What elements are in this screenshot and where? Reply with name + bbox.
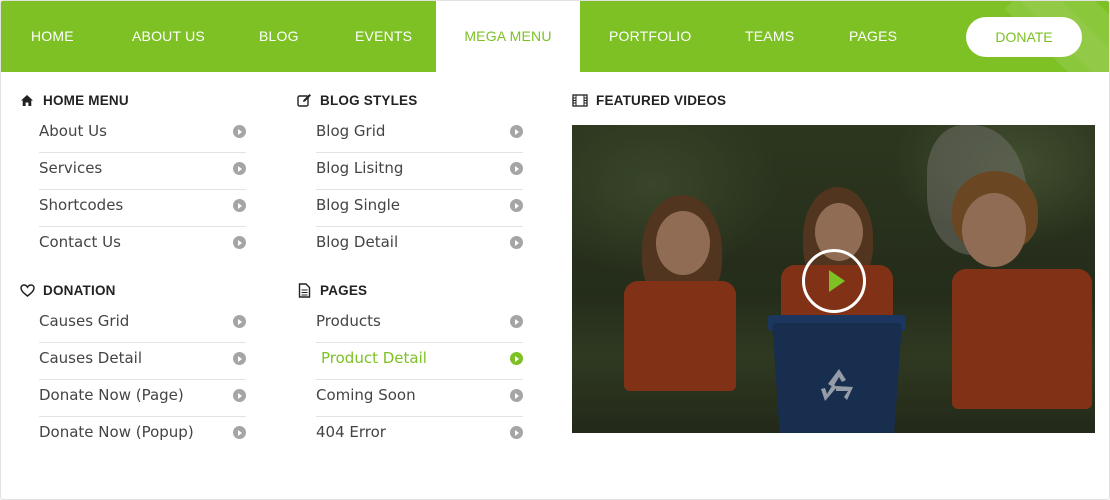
nav-item-portfolio[interactable]: PORTFOLIO	[609, 1, 691, 72]
blog-styles-list: Blog Grid Blog Lisitng Blog Single Blog …	[316, 116, 523, 264]
menu-item-causes-detail[interactable]: Causes Detail	[39, 343, 246, 380]
pages-title: PAGES	[320, 282, 368, 298]
menu-item-label: Donate Now (Page)	[39, 386, 184, 404]
menu-item-label: Blog Single	[316, 196, 401, 214]
pages-list: Products Product Detail Coming Soon 404 …	[316, 306, 523, 454]
menu-item-label: Causes Grid	[39, 312, 130, 330]
menu-item-products[interactable]: Products	[316, 306, 523, 343]
chevron-right-icon	[510, 125, 523, 138]
menu-item-label: Causes Detail	[39, 349, 142, 367]
nav-item-teams[interactable]: TEAMS	[745, 1, 794, 72]
chevron-right-icon	[510, 162, 523, 175]
menu-item-blog-listing[interactable]: Blog Lisitng	[316, 153, 523, 190]
chevron-right-icon	[510, 199, 523, 212]
chevron-right-icon	[233, 352, 246, 365]
featured-videos-heading: FEATURED VIDEOS	[572, 90, 726, 110]
menu-item-label: Products	[316, 312, 381, 330]
home-icon	[19, 92, 35, 108]
menu-item-label: Shortcodes	[39, 196, 124, 214]
nav-item-home[interactable]: HOME	[31, 1, 74, 72]
menu-item-donate-now-page[interactable]: Donate Now (Page)	[39, 380, 246, 417]
menu-item-causes-grid[interactable]: Causes Grid	[39, 306, 246, 343]
menu-item-shortcodes[interactable]: Shortcodes	[39, 190, 246, 227]
document-icon	[296, 282, 312, 298]
nav-item-pages[interactable]: PAGES	[849, 1, 897, 72]
chevron-right-icon	[510, 315, 523, 328]
main-nav-bar: HOME ABOUT US BLOG EVENTS MEGA MENU PORT…	[1, 1, 1109, 72]
menu-item-label: Donate Now (Popup)	[39, 423, 194, 441]
mega-menu-frame: HOME ABOUT US BLOG EVENTS MEGA MENU PORT…	[0, 0, 1110, 500]
featured-videos-title: FEATURED VIDEOS	[596, 92, 727, 108]
menu-item-label: Blog Grid	[316, 122, 386, 140]
menu-item-blog-grid[interactable]: Blog Grid	[316, 116, 523, 153]
home-menu-title: HOME MENU	[43, 92, 129, 108]
donation-title: DONATION	[43, 282, 116, 298]
blog-styles-title: BLOG STYLES	[320, 92, 418, 108]
menu-item-product-detail[interactable]: Product Detail	[316, 343, 523, 380]
donation-heading: DONATION	[19, 280, 116, 300]
nav-item-mega-menu[interactable]: MEGA MENU	[436, 1, 580, 72]
donation-list: Causes Grid Causes Detail Donate Now (Pa…	[39, 306, 246, 454]
donate-button[interactable]: DONATE	[966, 17, 1082, 57]
chevron-right-icon	[233, 389, 246, 402]
nav-item-blog[interactable]: BLOG	[259, 1, 299, 72]
chevron-right-icon	[233, 426, 246, 439]
film-icon	[572, 92, 588, 108]
menu-item-label: 404 Error	[316, 423, 386, 441]
chevron-right-icon	[233, 199, 246, 212]
menu-item-about-us[interactable]: About Us	[39, 116, 246, 153]
chevron-right-icon	[510, 426, 523, 439]
menu-item-label: Services	[39, 159, 103, 177]
menu-item-label: About Us	[39, 122, 107, 140]
menu-item-donate-now-popup[interactable]: Donate Now (Popup)	[39, 417, 246, 454]
menu-item-coming-soon[interactable]: Coming Soon	[316, 380, 523, 417]
featured-video-player[interactable]	[572, 125, 1095, 433]
chevron-right-icon	[233, 125, 246, 138]
play-icon[interactable]	[802, 249, 866, 313]
menu-item-blog-single[interactable]: Blog Single	[316, 190, 523, 227]
chevron-right-icon	[233, 236, 246, 249]
chevron-right-icon	[510, 389, 523, 402]
chevron-right-icon	[510, 236, 523, 249]
menu-item-label: Coming Soon	[316, 386, 416, 404]
home-menu-list: About Us Services Shortcodes Contact Us	[39, 116, 246, 264]
edit-icon	[296, 92, 312, 108]
menu-item-label: Product Detail	[321, 349, 427, 367]
pages-heading: PAGES	[296, 280, 367, 300]
menu-item-404-error[interactable]: 404 Error	[316, 417, 523, 454]
chevron-right-icon	[233, 315, 246, 328]
chevron-right-icon	[510, 352, 523, 365]
chevron-right-icon	[233, 162, 246, 175]
heart-icon	[19, 282, 35, 298]
menu-item-label: Blog Detail	[316, 233, 399, 251]
nav-item-about-us[interactable]: ABOUT US	[132, 1, 205, 72]
nav-item-events[interactable]: EVENTS	[355, 1, 412, 72]
menu-item-label: Blog Lisitng	[316, 159, 404, 177]
menu-item-contact-us[interactable]: Contact Us	[39, 227, 246, 264]
menu-item-label: Contact Us	[39, 233, 121, 251]
home-menu-heading: HOME MENU	[19, 90, 129, 110]
blog-styles-heading: BLOG STYLES	[296, 90, 417, 110]
menu-item-blog-detail[interactable]: Blog Detail	[316, 227, 523, 264]
menu-item-services[interactable]: Services	[39, 153, 246, 190]
